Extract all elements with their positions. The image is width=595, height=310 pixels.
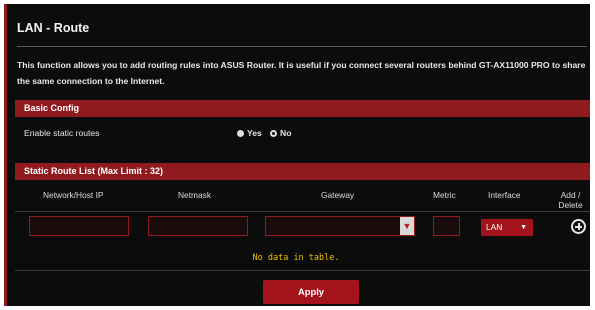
apply-button[interactable]: Apply: [263, 280, 359, 304]
col-gateway: Gateway: [321, 190, 355, 200]
table-bottom-divider: [15, 270, 590, 271]
plus-circle-icon[interactable]: [571, 219, 586, 234]
radio-yes-label: Yes: [247, 128, 262, 138]
empty-table-message: No data in table.: [252, 253, 340, 263]
gateway-select[interactable]: ▼: [265, 216, 415, 236]
page-description: This function allows you to add routing …: [17, 60, 586, 86]
interface-select[interactable]: LAN ▼: [481, 219, 533, 236]
radio-no[interactable]: No: [270, 128, 291, 138]
title-divider: [17, 46, 587, 47]
enable-static-routes-label: Enable static routes: [24, 128, 100, 138]
static-route-list-header: Static Route List (Max Limit : 32): [15, 163, 590, 180]
page-title: LAN - Route: [17, 21, 90, 35]
metric-input[interactable]: [433, 216, 460, 236]
netmask-input[interactable]: [148, 216, 248, 236]
lan-route-panel: LAN - Route This function allows you to …: [4, 4, 590, 306]
radio-no-icon: [270, 129, 277, 137]
interface-select-value: LAN: [486, 222, 503, 232]
route-input-row: ▼ LAN ▼: [15, 209, 590, 247]
table-header-row: Network/Host IP Netmask Gateway Metric I…: [15, 181, 590, 212]
network-ip-input[interactable]: [29, 216, 129, 236]
col-metric: Metric: [433, 190, 456, 200]
enable-static-routes-row: Enable static routes Yes No: [15, 118, 590, 148]
radio-yes[interactable]: Yes: [237, 128, 262, 138]
col-interface: Interface: [488, 190, 521, 200]
radio-yes-icon: [237, 129, 244, 137]
basic-config-header: Basic Config: [15, 100, 590, 117]
caret-down-icon: ▼: [520, 224, 527, 231]
col-netmask: Netmask: [178, 190, 212, 200]
radio-no-label: No: [280, 128, 292, 138]
col-add-delete: Add / Delete: [558, 190, 583, 210]
caret-down-icon[interactable]: ▼: [400, 217, 414, 235]
col-network-ip: Network/Host IP: [43, 190, 104, 200]
